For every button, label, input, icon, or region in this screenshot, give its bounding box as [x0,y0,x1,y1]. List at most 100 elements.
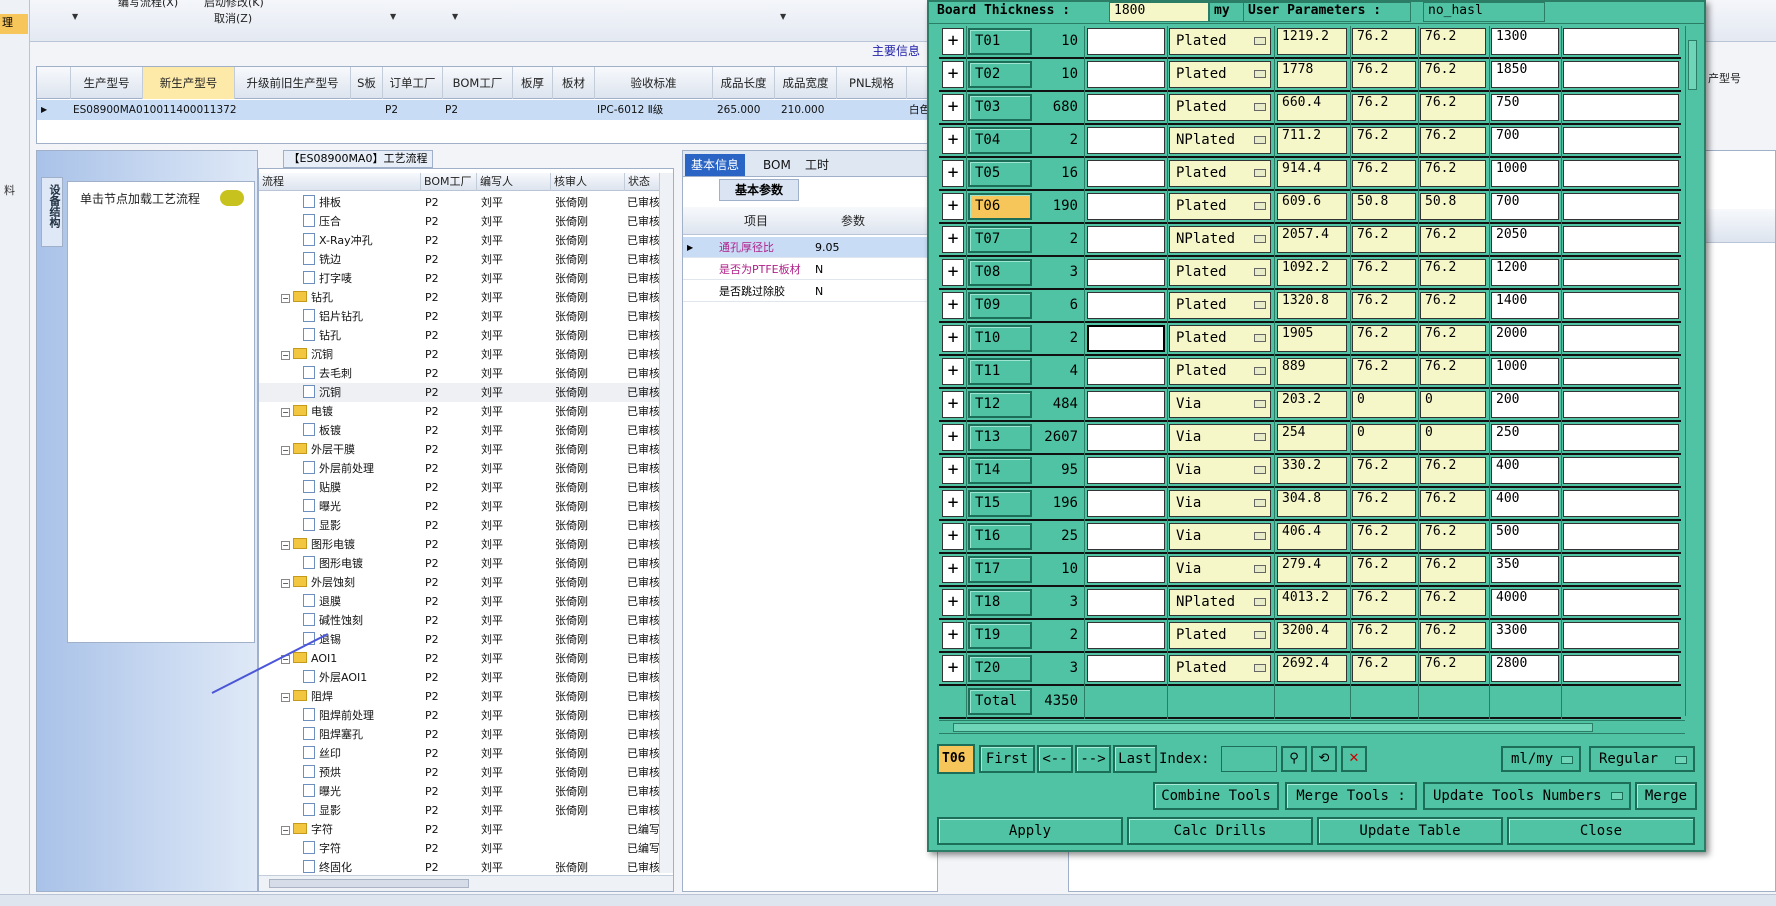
tool-tol-plus[interactable]: 76.2 [1352,28,1416,55]
tool-tol-minus[interactable]: 76.2 [1420,127,1486,154]
expand-tool-icon[interactable]: + [942,193,964,220]
tool-name-button[interactable]: T01 [968,28,1032,55]
tool-tol-plus[interactable]: 76.2 [1352,61,1416,88]
tool-tol-plus[interactable]: 76.2 [1352,127,1416,154]
tool-finish-size[interactable]: 914.4 [1277,160,1347,187]
tool-tol-plus[interactable]: 76.2 [1352,226,1416,253]
tool-tol-minus[interactable]: 76.2 [1420,523,1486,550]
tool-type-select[interactable]: Plated [1169,325,1271,352]
tree-row[interactable]: − 钻孔 P2 刘平 张倚刚 已审核 [259,288,661,307]
tool-type-select[interactable]: NPlated [1169,226,1271,253]
tool-type-select[interactable]: Plated [1169,358,1271,385]
tree-node[interactable]: 贴膜 [303,478,419,497]
tool-tol-minus[interactable]: 76.2 [1420,28,1486,55]
tool-name-button[interactable]: T14 [968,457,1032,484]
tool-tol-plus[interactable]: 76.2 [1352,358,1416,385]
tab-basic-info[interactable]: 基本信息 [685,154,746,176]
tool-type-select[interactable]: Plated [1169,28,1271,55]
tool-name-button[interactable]: T18 [968,589,1032,616]
tree-node[interactable]: 碱性蚀刻 [303,611,419,630]
param-row[interactable]: 是否跳过除胶 N [683,281,937,302]
collapse-icon[interactable]: − [281,408,290,417]
tool-tol-minus[interactable]: 76.2 [1420,292,1486,319]
expand-tool-icon[interactable]: + [942,259,964,286]
expand-tool-icon[interactable]: + [942,589,964,616]
expand-tool-icon[interactable]: + [942,292,964,319]
tool-tol-minus[interactable]: 76.2 [1420,457,1486,484]
tool-name-button[interactable]: T04 [968,127,1032,154]
tree-row[interactable]: 显影 P2 刘平 张倚刚 已审核 [259,801,661,820]
tree-row[interactable]: 铣边 P2 刘平 张倚刚 已审核 [259,250,661,269]
tool-type-select[interactable]: Plated [1169,160,1271,187]
tool-size-input[interactable] [1087,193,1165,220]
collapse-icon[interactable]: − [281,826,290,835]
tool-tol-minus[interactable]: 76.2 [1420,622,1486,649]
tool-extra-input[interactable] [1563,292,1679,319]
expand-tool-icon[interactable]: + [942,325,964,352]
tool-drill-size[interactable]: 400 [1491,490,1559,517]
index-input[interactable] [1221,746,1277,772]
first-button[interactable]: First [979,745,1035,773]
user-params-input[interactable]: no_hasl [1423,2,1545,22]
tool-name-button[interactable]: T07 [968,226,1032,253]
tree-row[interactable]: X-Ray冲孔 P2 刘平 张倚刚 已审核 [259,231,661,250]
expand-tool-icon[interactable]: + [942,523,964,550]
tool-drill-size[interactable]: 4000 [1491,589,1559,616]
tool-tol-minus[interactable]: 76.2 [1420,226,1486,253]
tool-finish-size[interactable]: 1219.2 [1277,28,1347,55]
tool-drill-size[interactable]: 1400 [1491,292,1559,319]
merge-button[interactable]: Merge [1635,782,1697,810]
dropdown-arrow-icon[interactable]: ▼ [780,12,786,21]
tree-row[interactable]: 退膜 P2 刘平 张倚刚 已审核 [259,592,661,611]
tool-extra-input[interactable] [1563,589,1679,616]
tree-row[interactable]: − 沉铜 P2 刘平 张倚刚 已审核 [259,345,661,364]
tree-row[interactable]: 曝光 P2 刘平 张倚刚 已审核 [259,497,661,516]
apply-button[interactable]: Apply [937,817,1123,845]
tree-col-writer[interactable]: 编写人 [477,173,551,191]
units-select[interactable]: ml/my [1501,746,1581,772]
tree-node[interactable]: 曝光 [303,782,419,801]
tool-size-input[interactable] [1087,556,1165,583]
update-tools-numbers-select[interactable]: Update Tools Numbers [1423,782,1631,810]
clear-icon[interactable]: ✕ [1341,746,1367,772]
tool-name-button[interactable]: T19 [968,622,1032,649]
tree-row[interactable]: 打字唛 P2 刘平 张倚刚 已审核 [259,269,661,288]
tree-row[interactable]: − 阻焊 P2 刘平 张倚刚 已审核 [259,687,661,706]
expand-tool-icon[interactable]: + [942,490,964,517]
tool-tol-minus[interactable]: 76.2 [1420,589,1486,616]
tool-name-button[interactable]: T17 [968,556,1032,583]
tree-row[interactable]: 字符 P2 刘平 已编写 [259,839,661,858]
col-material[interactable]: 板材 [553,67,595,99]
tree-row[interactable]: 去毛刺 P2 刘平 张倚刚 已审核 [259,364,661,383]
tree-node[interactable]: 退膜 [303,592,419,611]
tree-node[interactable]: 图形电镀 [303,554,419,573]
tree-row[interactable]: − 外层蚀刻 P2 刘平 张倚刚 已审核 [259,573,661,592]
tool-drill-size[interactable]: 750 [1491,94,1559,121]
scroll-thumb[interactable] [1688,40,1697,90]
tool-extra-input[interactable] [1563,457,1679,484]
next-button[interactable]: --> [1075,745,1111,773]
tool-tol-plus[interactable]: 76.2 [1352,556,1416,583]
tool-finish-size[interactable]: 203.2 [1277,391,1347,418]
tool-finish-size[interactable]: 406.4 [1277,523,1347,550]
tool-tol-minus[interactable]: 76.2 [1420,655,1486,682]
expand-tool-icon[interactable]: + [942,28,964,55]
expand-tool-icon[interactable]: + [942,358,964,385]
tool-drill-size[interactable]: 700 [1491,127,1559,154]
tool-name-button[interactable]: T12 [968,391,1032,418]
expand-tool-icon[interactable]: + [942,61,964,88]
tool-tol-plus[interactable]: 76.2 [1352,622,1416,649]
tool-extra-input[interactable] [1563,325,1679,352]
scroll-thumb[interactable] [953,723,1593,732]
tool-finish-size[interactable]: 660.4 [1277,94,1347,121]
tree-node[interactable]: 去毛刺 [303,364,419,383]
dialog-vertical-scrollbar[interactable] [1685,26,1699,716]
tool-size-input[interactable] [1087,490,1165,517]
tree-node[interactable]: 外层AOI1 [303,668,419,687]
dropdown-arrow-icon[interactable]: ▼ [72,12,78,21]
tree-row[interactable]: 曝光 P2 刘平 张倚刚 已审核 [259,782,661,801]
tool-extra-input[interactable] [1563,28,1679,55]
tool-size-input[interactable] [1087,61,1165,88]
tool-finish-size[interactable]: 279.4 [1277,556,1347,583]
tree-node[interactable]: − 钻孔 [281,288,419,307]
